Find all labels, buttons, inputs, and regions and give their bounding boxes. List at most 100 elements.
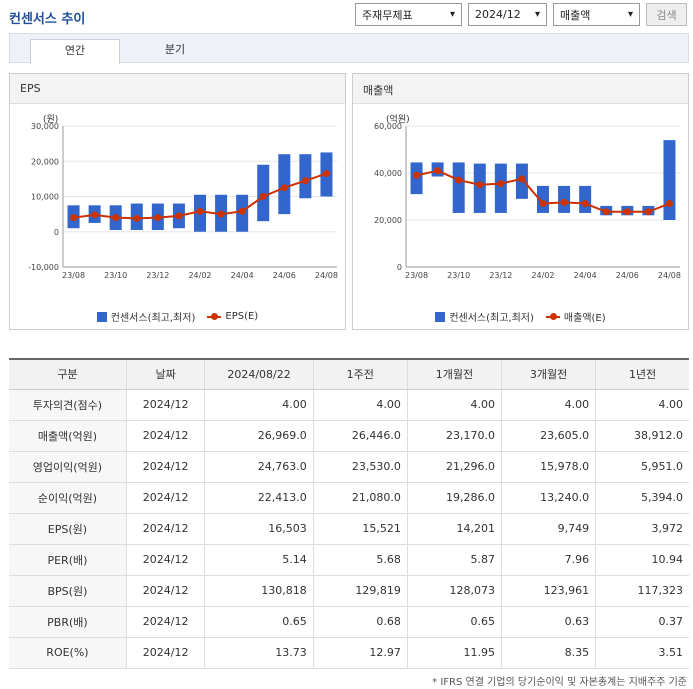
estimate-point bbox=[175, 212, 183, 220]
table-cell: 21,080.0 bbox=[312, 482, 408, 514]
page-title: 컨센서스 추이 bbox=[9, 12, 86, 27]
range-bar bbox=[579, 185, 592, 213]
range-bar bbox=[278, 154, 291, 215]
table-cell: 23,170.0 bbox=[406, 420, 502, 452]
metric-select[interactable]: 매출액 ▾ bbox=[553, 3, 640, 26]
table-row: EPS(원) 2024/12 16,503 15,521 14,201 9,749 3,97… bbox=[9, 513, 689, 545]
x-tick-label: 24/08 bbox=[315, 271, 338, 280]
estimate-point bbox=[133, 214, 141, 222]
table-row: 영업이익(억원) 2024/12 24,763.0 23,530.0 21,296.0 1… bbox=[9, 451, 689, 483]
estimate-point bbox=[217, 210, 225, 218]
chevron-down-icon: ▾ bbox=[627, 9, 633, 20]
estimate-point bbox=[259, 193, 267, 200]
estimate-point bbox=[602, 208, 610, 216]
row-label: 영업이익(억원) bbox=[9, 451, 127, 483]
table-cell: 2024/12 bbox=[125, 451, 205, 483]
table-cell: 0.65 bbox=[204, 606, 314, 638]
row-label: PER(배) bbox=[9, 544, 127, 576]
table-cell: 2024/12 bbox=[125, 544, 205, 576]
estimate-point bbox=[196, 207, 204, 215]
estimate-point bbox=[322, 170, 330, 178]
tab-annual[interactable]: 연간 bbox=[30, 39, 120, 64]
estimate-point bbox=[301, 177, 309, 185]
table-cell: 16,503 bbox=[204, 513, 314, 545]
table-cell: 4.00 bbox=[406, 389, 502, 421]
estimate-point bbox=[518, 175, 526, 183]
table-cell: 2024/12 bbox=[125, 637, 205, 669]
legend-range-label: 컨센서스(최고,최저) bbox=[449, 313, 534, 324]
table-cell: 5.14 bbox=[204, 544, 314, 576]
table-cell: 10.94 bbox=[595, 544, 689, 576]
tab-quarterly[interactable]: 분기 bbox=[130, 39, 220, 64]
period-select[interactable]: 2024/12 ▾ bbox=[468, 3, 547, 26]
estimate-point bbox=[91, 211, 99, 219]
table-cell: 2024/12 bbox=[125, 606, 205, 638]
table-cell: 23,605.0 bbox=[500, 420, 596, 452]
statement-type-value: 주재무제표 bbox=[362, 8, 413, 22]
legend-estimate: EPS(E) bbox=[207, 309, 258, 324]
bar-swatch-icon bbox=[435, 311, 446, 322]
revenue-chart-panel: 매출액 (억원) 60,000 40,000 20,000 0 23/08 23/10 23/… bbox=[352, 73, 689, 330]
estimate-point bbox=[476, 181, 484, 189]
statement-type-select[interactable]: 주재무제표 ▾ bbox=[355, 3, 462, 26]
y-tick-label: 30,000 bbox=[31, 122, 59, 131]
table-row: 투자의견(점수) 2024/12 4.00 4.00 4.00 4.00 4.00 bbox=[9, 389, 689, 421]
table-cell: 14,201 bbox=[406, 513, 502, 545]
x-tick-label: 23/12 bbox=[146, 271, 169, 280]
estimate-point bbox=[70, 214, 78, 222]
eps-chart-title: EPS bbox=[10, 74, 345, 104]
x-tick-label: 24/02 bbox=[531, 271, 554, 280]
estimate-point bbox=[644, 208, 652, 216]
x-tick-label: 24/04 bbox=[574, 271, 597, 280]
estimate-point bbox=[665, 200, 673, 208]
estimate-point bbox=[455, 176, 463, 184]
chevron-down-icon: ▾ bbox=[534, 9, 540, 20]
table-cell: 128,073 bbox=[406, 575, 502, 607]
y-tick-label: -10,000 bbox=[28, 263, 59, 272]
x-tick-label: 23/08 bbox=[62, 271, 85, 280]
x-tick-label: 24/06 bbox=[616, 271, 639, 280]
range-bar bbox=[663, 140, 676, 220]
estimate-point bbox=[560, 198, 568, 206]
table-cell: 0.68 bbox=[312, 606, 408, 638]
period-value: 2024/12 bbox=[475, 8, 521, 21]
search-button[interactable]: 검색 bbox=[646, 3, 687, 26]
table-cell: 22,413.0 bbox=[204, 482, 314, 514]
estimate-point bbox=[280, 184, 288, 192]
legend-range: 컨센서스(최고,최저) bbox=[435, 309, 534, 324]
row-label: 매출액(억원) bbox=[9, 420, 127, 452]
table-body: 투자의견(점수) 2024/12 4.00 4.00 4.00 4.00 4.00 매출액(억… bbox=[9, 389, 689, 669]
table-cell: 2024/12 bbox=[125, 482, 205, 514]
legend-range-label: 컨센서스(최고,최저) bbox=[110, 313, 196, 324]
column-header: 2024/08/22 bbox=[204, 358, 314, 390]
range-bar bbox=[494, 163, 507, 213]
column-header: 날짜 bbox=[125, 358, 205, 390]
table-cell: 2024/12 bbox=[125, 513, 205, 545]
footnote: * IFRS 연결 기업의 당기순이익 및 자본총계는 지배주주 기준 bbox=[432, 677, 687, 688]
estimate-point bbox=[413, 171, 421, 179]
controls-bar: 주재무제표 ▾ 2024/12 ▾ 매출액 ▾ 검색 bbox=[355, 3, 687, 26]
x-tick-label: 23/10 bbox=[104, 271, 127, 280]
line-marker-icon bbox=[545, 312, 560, 320]
table-cell: 21,296.0 bbox=[406, 451, 502, 483]
range-bar bbox=[257, 164, 270, 222]
table-cell: 5,951.0 bbox=[595, 451, 689, 483]
table-row: 순이익(억원) 2024/12 22,413.0 21,080.0 19,286.0 13… bbox=[9, 482, 689, 514]
table-cell: 7.96 bbox=[500, 544, 596, 576]
table-cell: 26,446.0 bbox=[312, 420, 408, 452]
estimate-point bbox=[497, 180, 505, 188]
table-cell: 26,969.0 bbox=[204, 420, 314, 452]
legend-estimate-label: EPS(E) bbox=[225, 311, 259, 322]
table-cell: 0.63 bbox=[500, 606, 596, 638]
range-bar bbox=[452, 162, 465, 213]
bar-swatch-icon bbox=[96, 311, 107, 322]
revenue-chart-title: 매출액 bbox=[353, 74, 688, 104]
table-cell: 23,530.0 bbox=[312, 451, 408, 483]
table-cell: 5,394.0 bbox=[595, 482, 689, 514]
table-cell: 15,521 bbox=[312, 513, 408, 545]
estimate-point bbox=[112, 214, 120, 222]
table-cell: 2024/12 bbox=[125, 389, 205, 421]
legend-estimate-label: 매출액(E) bbox=[563, 313, 606, 324]
y-tick-label: 20,000 bbox=[374, 216, 402, 225]
row-label: 투자의견(점수) bbox=[9, 389, 127, 421]
